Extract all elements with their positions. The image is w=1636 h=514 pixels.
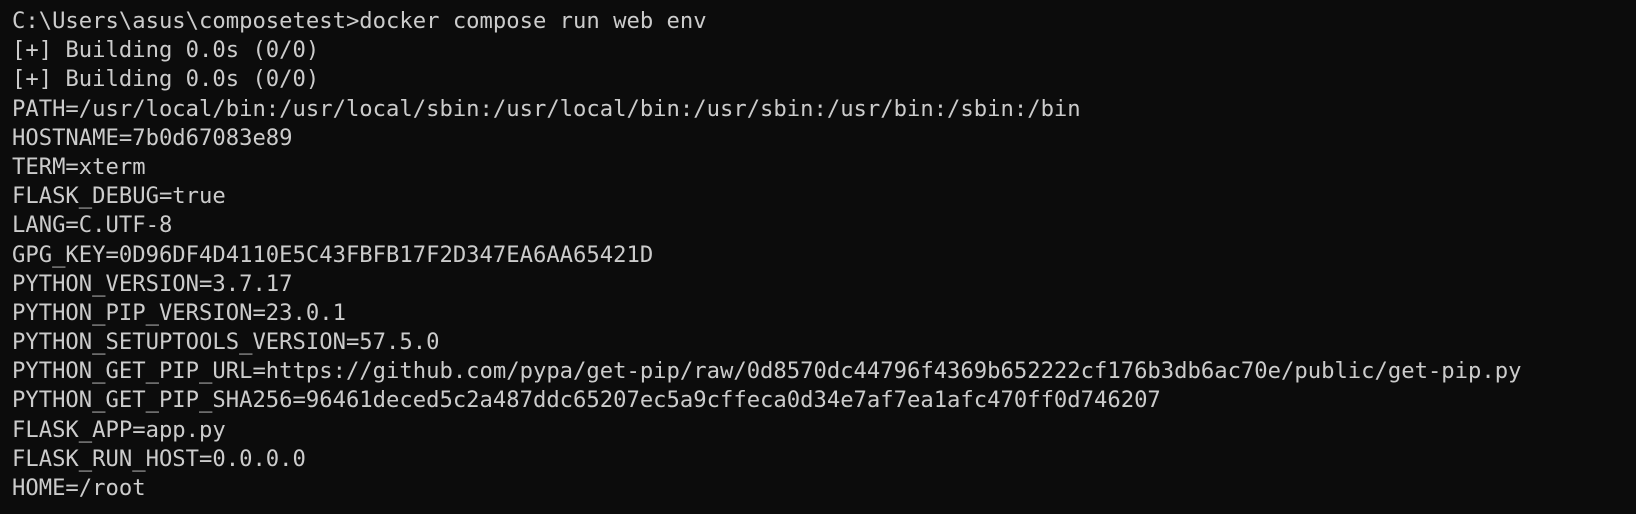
terminal-output: C:\Users\asus\composetest>docker compose… [12,7,1636,503]
env-var-flask-app: FLASK_APP=app.py [12,416,226,443]
env-var-home: HOME=/root [12,475,146,501]
env-var-lang: LANG=C.UTF-8 [12,212,173,239]
env-var-flask-run-host: FLASK_RUN_HOST=0.0.0.0 [12,445,306,472]
env-var-python-get-pip-url: PYTHON_GET_PIP_URL=https://github.com/py… [12,358,1522,385]
terminal-window[interactable]: C:\Users\asus\composetest>docker compose… [0,0,1636,514]
env-var-path: PATH=/usr/local/bin:/usr/local/sbin:/usr… [12,95,1081,122]
env-var-python-setuptools-version: PYTHON_SETUPTOOLS_VERSION=57.5.0 [12,329,440,356]
env-var-flask-debug: FLASK_DEBUG=true [12,183,226,210]
build-status-line: [+] Building 0.0s (0/0) [12,37,320,64]
env-var-hostname: HOSTNAME=7b0d67083e89 [12,124,293,151]
command-prompt-line: C:\Users\asus\composetest>docker compose… [12,8,707,34]
env-var-python-pip-version: PYTHON_PIP_VERSION=23.0.1 [12,299,346,326]
env-var-term: TERM=xterm [12,153,146,180]
env-var-python-get-pip-sha256: PYTHON_GET_PIP_SHA256=96461deced5c2a487d… [12,387,1161,414]
env-var-python-version: PYTHON_VERSION=3.7.17 [12,270,293,297]
build-status-line: [+] Building 0.0s (0/0) [12,66,320,93]
env-var-gpg-key: GPG_KEY=0D96DF4D4110E5C43FBFB17F2D347EA6… [12,241,654,268]
